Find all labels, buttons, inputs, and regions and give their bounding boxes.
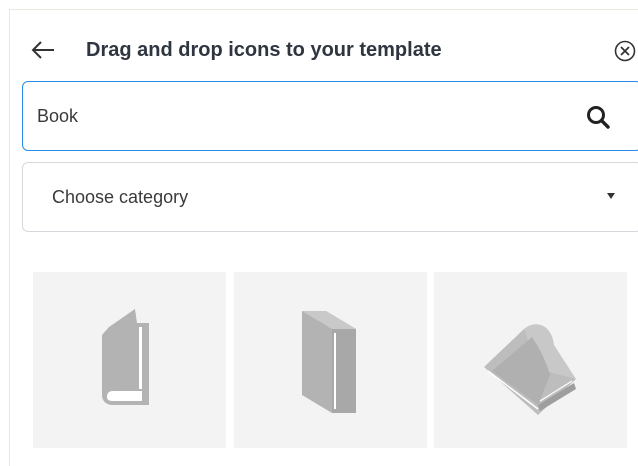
panel-title: Drag and drop icons to your template bbox=[86, 39, 442, 61]
category-dropdown[interactable]: Choose category bbox=[22, 162, 638, 232]
panel-header: Drag and drop icons to your template bbox=[10, 36, 638, 66]
search-input[interactable] bbox=[37, 82, 557, 150]
search-icon[interactable] bbox=[585, 104, 611, 130]
search-field[interactable] bbox=[22, 81, 638, 151]
category-selected-value: Choose category bbox=[52, 187, 189, 207]
book-closed-icon bbox=[302, 311, 356, 413]
book-open-icon bbox=[484, 324, 576, 415]
book-standing-icon bbox=[102, 309, 149, 405]
back-arrow-icon[interactable] bbox=[30, 38, 56, 62]
close-icon[interactable] bbox=[614, 40, 636, 62]
chevron-down-icon bbox=[607, 193, 615, 199]
icon-results-grid bbox=[25, 272, 627, 448]
icon-tile-book-open[interactable] bbox=[434, 272, 627, 448]
icon-tile-book-closed[interactable] bbox=[234, 272, 427, 448]
icon-tile-book-standing[interactable] bbox=[33, 272, 226, 448]
